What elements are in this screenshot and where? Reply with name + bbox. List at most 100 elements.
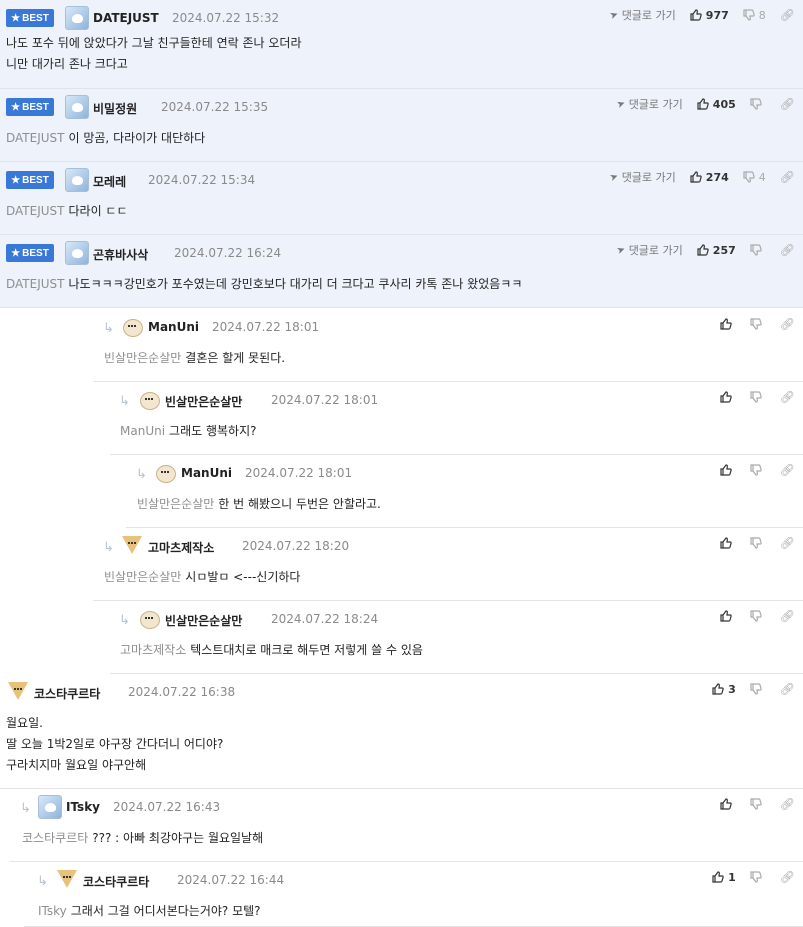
downvote-button[interactable] [750,683,766,695]
timestamp: 2024.07.22 15:35 [161,100,269,114]
reply-arrow-icon: ↳ [103,540,114,555]
upvote-button[interactable]: 3 [712,683,736,696]
link-icon[interactable]: 🔗︎ [780,797,795,811]
goto-comment-link[interactable]: ➤ 댓글로 가기 [608,169,676,185]
avatar[interactable] [55,868,79,892]
nickname[interactable]: ManUni [181,466,232,480]
reply-to-nick[interactable]: ManUni [120,424,165,438]
upvote-button[interactable] [720,798,736,810]
nickname[interactable]: 코스타쿠르타 [83,873,149,890]
upvote-button[interactable]: 405 [697,98,736,111]
comment-text: 월요일. [6,716,43,730]
comment-body: 빈살만은순살만 한 번 해봤으니 두번은 안할라고. [137,494,381,515]
goto-comment-link[interactable]: ➤ 댓글로 가기 [609,7,676,23]
nickname[interactable]: DATEJUST [93,11,159,25]
upvote-button[interactable] [720,318,736,330]
best-comment: ★ BEST 비밀정원 2024.07.22 15:35 ➤ 댓글로 가기 405 🔗︎ DAT… [0,89,803,162]
best-badge: ★ BEST [6,98,54,116]
upvote-button[interactable]: 257 [697,244,736,257]
link-icon[interactable]: 🔗︎ [780,870,795,884]
reply-to-nick[interactable]: 고마츠제작소 [120,643,186,657]
link-icon[interactable]: 🔗︎ [780,536,795,550]
downvote-button[interactable]: 8 [743,9,766,22]
reply-to-nick[interactable]: 코스타쿠르타 [22,831,88,845]
downvote-button[interactable] [750,244,766,256]
downvote-button[interactable]: 4 [743,171,766,184]
avatar[interactable] [65,168,89,192]
comment-text: 그래서 그걸 어디서본다는거야? 모텔? [70,904,261,918]
comment-body: DATEJUST 이 망곰, 다라이가 대단하다 [6,128,205,149]
avatar[interactable] [120,315,144,339]
downvote-button[interactable] [750,391,766,403]
comment-body: ITsky 그래서 그걸 어디서본다는거야? 모텔? [38,901,261,922]
upvote-button[interactable] [720,537,736,549]
thumbs-down-icon [750,391,762,403]
reply-to-nick[interactable]: ITsky [38,904,67,918]
avatar[interactable] [137,607,161,631]
link-icon[interactable]: 🔗︎ [780,317,795,331]
upvote-button[interactable] [720,610,736,622]
link-icon[interactable]: 🔗︎ [780,97,795,111]
goto-comment-link[interactable]: ➤ 댓글로 가기 [616,96,683,112]
avatar[interactable] [38,795,62,819]
reply-to-nick[interactable]: 빈살만은순살만 [104,351,181,365]
upvote-button[interactable] [720,464,736,476]
comment: ↳ 빈살만은순살만 2024.07.22 18:24 🔗︎ 고마츠제작소 텍스트대치로 매… [110,601,803,674]
downvote-button[interactable] [750,871,766,883]
downvote-button[interactable] [750,537,766,549]
nickname[interactable]: 빈살만은순살만 [165,393,242,410]
downvote-button[interactable] [750,464,766,476]
thumbs-up-icon [690,171,702,183]
nickname[interactable]: 모레레 [93,173,126,190]
upvote-button[interactable]: 274 [690,171,729,184]
nickname[interactable]: 고마츠제작소 [148,539,214,556]
comment-actions: 🔗︎ [720,462,795,478]
comment-line: ITsky 그래서 그걸 어디서본다는거야? 모텔? [38,901,261,922]
link-icon[interactable]: 🔗︎ [780,8,795,22]
avatar[interactable] [65,241,89,265]
best-label: BEST [22,174,49,186]
downvote-button[interactable] [750,610,766,622]
comment: ↳ 고마츠제작소 2024.07.22 18:20 🔗︎ 빈살만은순살만 시ㅁ발ㅁ <--… [93,528,803,601]
link-icon[interactable]: 🔗︎ [780,463,795,477]
comment-actions: 🔗︎ [720,389,795,405]
nickname[interactable]: ManUni [148,320,199,334]
upvote-button[interactable]: 977 [690,9,729,22]
best-badge: ★ BEST [6,244,54,262]
reply-to-nick[interactable]: 빈살만은순살만 [104,570,181,584]
avatar[interactable] [6,680,30,704]
avatar[interactable] [120,534,144,558]
reply-to-nick[interactable]: DATEJUST [6,131,65,145]
downvote-count: 4 [758,170,766,184]
upvote-button[interactable]: 1 [712,871,736,884]
nickname[interactable]: 곤휴바사삭 [93,246,148,263]
thumbs-up-icon [720,610,732,622]
send-icon: ➤ [608,170,621,184]
avatar[interactable] [137,388,161,412]
nickname[interactable]: ITsky [66,800,100,814]
downvote-button[interactable] [750,98,766,110]
thumbs-down-icon [750,464,762,476]
nickname[interactable]: 비밀정원 [93,100,137,117]
link-icon[interactable]: 🔗︎ [780,243,795,257]
link-icon[interactable]: 🔗︎ [780,609,795,623]
comment-body: 월요일. 딸 오늘 1박2일로 야구장 간다더니 어디야? 구라치지마 월요일 야구… [6,713,223,776]
nickname[interactable]: 빈살만은순살만 [165,612,242,629]
goto-comment-link[interactable]: ➤ 댓글로 가기 [616,242,683,258]
avatar[interactable] [153,461,177,485]
upvote-count: 3 [728,682,736,696]
reply-to-nick[interactable]: DATEJUST [6,204,65,218]
avatar[interactable] [65,6,89,30]
nickname[interactable]: 코스타쿠르타 [34,685,100,702]
downvote-button[interactable] [750,798,766,810]
link-icon[interactable]: 🔗︎ [780,170,795,184]
reply-to-nick[interactable]: 빈살만은순살만 [137,497,214,511]
avatar[interactable] [65,95,89,119]
link-icon[interactable]: 🔗︎ [780,390,795,404]
link-icon[interactable]: 🔗︎ [780,682,795,696]
downvote-button[interactable] [750,318,766,330]
comment-line: 코스타쿠르타 ??? : 아빠 최강야구는 월요일날해 [22,828,263,849]
star-icon: ★ [11,247,21,259]
reply-to-nick[interactable]: DATEJUST [6,277,65,291]
upvote-button[interactable] [720,391,736,403]
